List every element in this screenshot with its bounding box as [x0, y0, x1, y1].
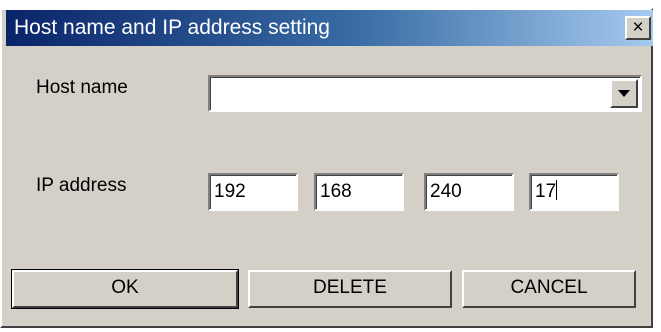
host-name-combobox[interactable]	[208, 75, 642, 112]
ip-octet-2-field[interactable]: 168	[314, 173, 404, 211]
ip-address-label: IP address	[36, 175, 127, 196]
ok-button[interactable]: OK	[11, 269, 239, 309]
cancel-button[interactable]: CANCEL	[462, 270, 636, 308]
host-name-label: Host name	[36, 77, 128, 98]
text-caret	[556, 180, 558, 200]
ip-octet-3-field[interactable]: 240	[424, 173, 514, 211]
ip-octet-4-field[interactable]: 17	[529, 173, 619, 211]
close-button[interactable]: ×	[625, 16, 651, 40]
delete-button[interactable]: DELETE	[248, 270, 452, 308]
close-icon: ×	[632, 17, 644, 38]
chevron-down-icon	[618, 90, 630, 97]
window-title: Host name and IP address setting	[14, 16, 330, 39]
ip-octet-4-value: 17	[535, 181, 557, 202]
ip-octet-1-field[interactable]: 192	[208, 173, 298, 211]
title-bar[interactable]: Host name and IP address setting ×	[6, 10, 653, 46]
host-name-dropdown-button[interactable]	[610, 79, 638, 108]
